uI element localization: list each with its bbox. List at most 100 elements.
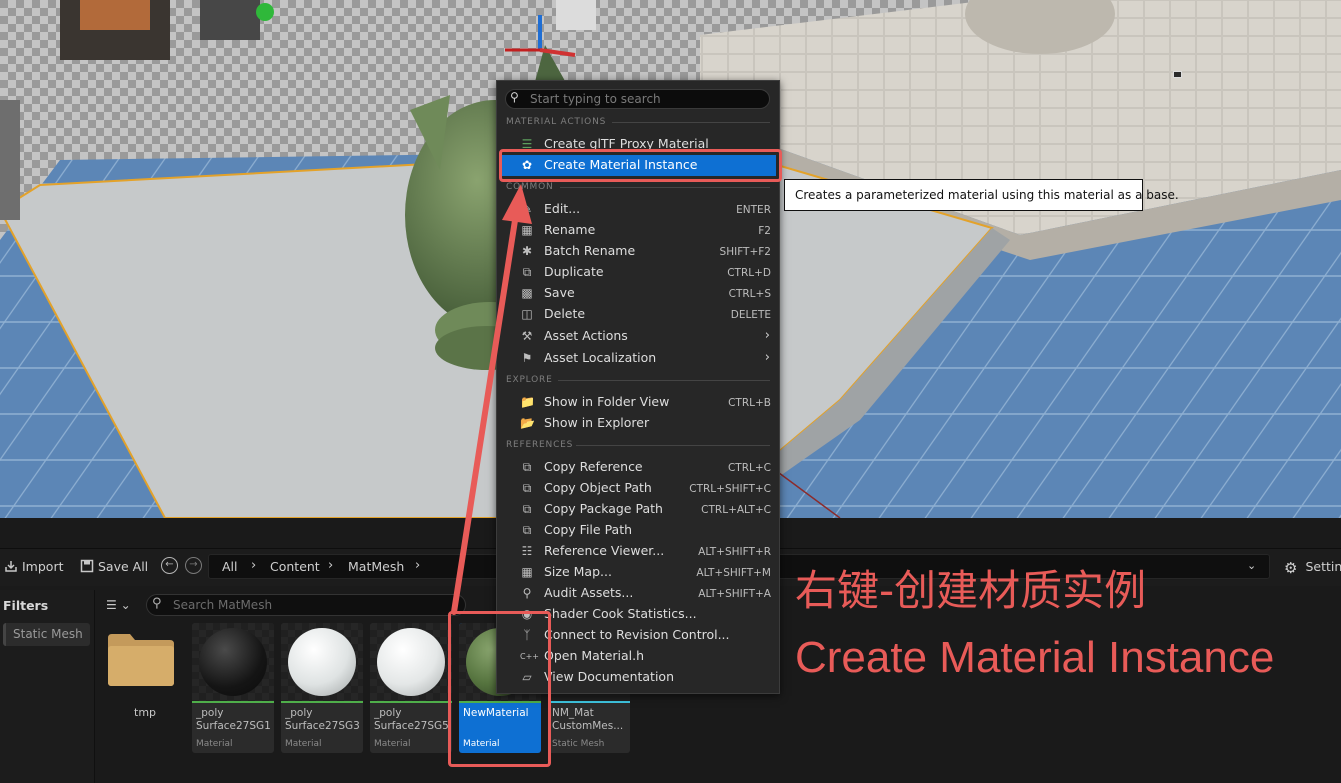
save-icon [80, 559, 94, 573]
menu-item-duplicate[interactable]: ⧉ Duplicate CTRL+D [500, 262, 776, 283]
breadcrumb-chevron-icon: › [328, 558, 334, 573]
menu-item-shortcut: CTRL+D [727, 267, 771, 279]
menu-item-copy-object-path[interactable]: ⧉ Copy Object Path CTRL+SHIFT+C [500, 478, 776, 499]
menu-item-rename[interactable]: ▦ Rename F2 [500, 220, 776, 241]
section-divider [560, 187, 770, 188]
asset-search-placeholder: Search MatMesh [173, 598, 273, 612]
menu-item-reference-viewer[interactable]: ☷ Reference Viewer... ALT+SHIFT+R [500, 541, 776, 562]
menu-item-label: Edit... [544, 201, 581, 216]
forward-button[interactable]: → [185, 557, 202, 574]
menu-item-label: Show in Explorer [544, 415, 650, 430]
menu-item-label: Copy Package Path [544, 501, 663, 516]
asset-type-strip [548, 701, 630, 703]
asset-type-strip [370, 701, 452, 703]
settings-button[interactable]: ⚙ Settings [1284, 558, 1341, 576]
annotation-highlight-box-asset [448, 611, 551, 767]
asset-tile[interactable]: _poly Surface27SG5 Material [370, 623, 452, 753]
menu-item-shortcut: ALT+SHIFT+A [698, 588, 771, 600]
path-dropdown-icon[interactable]: ⌄ [1247, 557, 1256, 575]
asset-name: _poly Surface27SG3 [285, 707, 360, 732]
asset-type: Material [374, 739, 411, 749]
chevron-down-icon: ⌄ [120, 598, 131, 612]
menu-item-shortcut: ENTER [736, 204, 771, 216]
menu-item-asset-localization[interactable]: ⚑ Asset Localization › [500, 348, 776, 369]
menu-item-label: Copy Object Path [544, 480, 652, 495]
menu-item-label: Copy File Path [544, 522, 633, 537]
folder-label: tmp [134, 706, 157, 719]
filter-dropdown-button[interactable]: ☰ ⌄ [106, 598, 131, 612]
menu-item-label: Save [544, 285, 575, 300]
breadcrumb-chevron-icon: › [415, 558, 421, 573]
menu-item-label: Connect to Revision Control... [544, 627, 730, 642]
menu-item-copy-reference[interactable]: ⧉ Copy Reference CTRL+C [500, 457, 776, 478]
menu-item-label: Reference Viewer... [544, 543, 665, 558]
tooltip-create-material-instance: Creates a parameterized material using t… [784, 179, 1179, 211]
menu-item-asset-actions[interactable]: ⚒ Asset Actions › [500, 326, 776, 347]
back-arrow-icon: ← [165, 559, 174, 570]
filter-chip-static-mesh[interactable]: Static Mesh [3, 623, 90, 646]
asset-tile[interactable]: _poly Surface27SG1 Material [192, 623, 274, 753]
breadcrumb-chevron-icon: › [251, 558, 257, 573]
breadcrumb-matmesh[interactable]: MatMesh [348, 558, 404, 576]
menu-item-save[interactable]: ▩ Save CTRL+S [500, 283, 776, 304]
menu-item-audit-assets[interactable]: ⚲ Audit Assets... ALT+SHIFT+A [500, 583, 776, 604]
menu-item-delete[interactable]: ◫ Delete DELETE [500, 304, 776, 325]
breadcrumb-content[interactable]: Content [270, 558, 320, 576]
section-divider [576, 445, 770, 446]
asset-tile[interactable]: _poly Surface27SG3 Material [281, 623, 363, 753]
asset-name: NM_Mat CustomMes... [552, 707, 624, 732]
breadcrumb-all[interactable]: All [222, 558, 238, 576]
menu-item-shortcut: CTRL+S [728, 288, 771, 300]
section-divider [612, 122, 770, 123]
save-all-label: Save All [98, 559, 149, 574]
import-label: Import [22, 559, 64, 574]
asset-type-strip [192, 701, 274, 703]
menu-item-label: Audit Assets... [544, 585, 634, 600]
menu-item-shortcut: SHIFT+F2 [719, 246, 771, 258]
menu-item-label: Open Material.h [544, 648, 645, 663]
filters-label: Filters [3, 598, 49, 613]
asset-name: _poly Surface27SG1 [196, 707, 271, 732]
save-all-button[interactable]: Save All [80, 558, 148, 576]
material-sphere [288, 628, 356, 696]
menu-item-label: Size Map... [544, 564, 612, 579]
search-icon: ⚲ [510, 90, 519, 104]
material-sphere [199, 628, 267, 696]
menu-item-label: Shader Cook Statistics... [544, 606, 697, 621]
menu-item-edit[interactable]: ✎ Edit... ENTER [500, 199, 776, 220]
menu-item-show-in-explorer[interactable]: 📂 Show in Explorer [500, 413, 776, 434]
back-button[interactable]: ← [161, 557, 178, 574]
annotation-arrow-icon [451, 184, 532, 615]
menu-item-label: Show in Folder View [544, 394, 670, 409]
menu-item-label: Rename [544, 222, 596, 237]
settings-label: Settings [1305, 559, 1341, 574]
menu-item-batch-rename[interactable]: ✱ Batch Rename SHIFT+F2 [500, 241, 776, 262]
annotation-highlight-box-menu [499, 149, 782, 182]
asset-type: Material [285, 739, 322, 749]
section-divider [558, 380, 770, 381]
menu-item-shortcut: ALT+SHIFT+R [698, 546, 771, 558]
menu-item-shortcut: DELETE [730, 309, 771, 321]
import-icon [5, 561, 17, 572]
submenu-chevron-icon: › [764, 328, 770, 343]
submenu-chevron-icon: › [764, 350, 770, 365]
folder-icon[interactable] [108, 634, 174, 686]
menu-item-size-map[interactable]: ▦ Size Map... ALT+SHIFT+M [500, 562, 776, 583]
menu-item-copy-package-path[interactable]: ⧉ Copy Package Path CTRL+ALT+C [500, 499, 776, 520]
search-icon: ⚲ [152, 596, 162, 611]
menu-item-label: Batch Rename [544, 243, 636, 258]
menu-item-copy-file-path[interactable]: ⧉ Copy File Path [500, 520, 776, 541]
import-button[interactable]: Import [4, 558, 64, 576]
section-material-actions: MATERIAL ACTIONS [506, 117, 607, 127]
menu-item-shortcut: F2 [758, 225, 771, 237]
forward-arrow-icon: → [189, 559, 198, 570]
menu-item-label: Copy Reference [544, 459, 643, 474]
menu-item-show-in-folder-view[interactable]: 📁 Show in Folder View CTRL+B [500, 392, 776, 413]
menu-item-shortcut: CTRL+ALT+C [701, 504, 771, 516]
menu-item-label: Asset Actions [544, 328, 628, 343]
menu-item-shortcut: CTRL+B [728, 397, 771, 409]
menu-search-placeholder: Start typing to search [530, 92, 661, 106]
menu-item-shortcut: CTRL+C [727, 462, 771, 474]
filters-panel [0, 590, 95, 783]
menu-item-shortcut: CTRL+SHIFT+C [689, 483, 771, 495]
